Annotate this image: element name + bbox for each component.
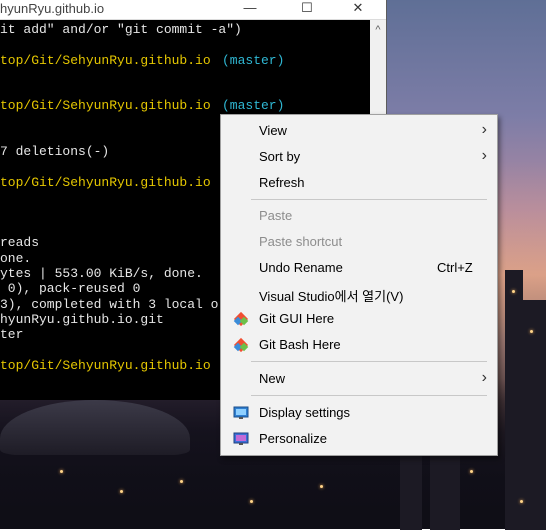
terminal-line: hyunRyu.github.io.git [0, 312, 164, 327]
menu-item-label: Paste [259, 208, 293, 223]
menu-item-label: View [259, 123, 287, 138]
title-bar[interactable]: hyunRyu.github.io — ☐ ✕ [0, 0, 386, 20]
city-light [250, 500, 253, 503]
menu-item-label: Git Bash Here [259, 337, 341, 352]
menu-item-label: Paste shortcut [259, 234, 343, 249]
terminal-prompt-path: top/Git/SehyunRyu.github.io [0, 358, 211, 373]
minimize-button[interactable]: — [230, 0, 270, 19]
menu-item-open-in-visual-studio[interactable]: Visual Studio에서 열기(V) [221, 282, 497, 306]
terminal-branch: (master) [222, 98, 285, 113]
window-title: hyunRyu.github.io [0, 1, 105, 16]
menu-item-label: Personalize [259, 431, 327, 446]
terminal-line: reads [0, 235, 40, 250]
terminal-line: 0), pack-reused 0 [0, 281, 141, 296]
city-light [180, 480, 183, 483]
git-icon [233, 311, 249, 327]
menu-item-label: Visual Studio에서 열기(V) [259, 289, 404, 304]
city-light [512, 290, 515, 293]
menu-item-undo-rename[interactable]: Undo Rename Ctrl+Z [221, 256, 497, 280]
terminal-line: one. [0, 251, 32, 266]
terminal-prompt-path: top/Git/SehyunRyu.github.io [0, 53, 219, 68]
menu-item-new[interactable]: New › [221, 367, 497, 391]
menu-item-label: Sort by [259, 149, 301, 164]
terminal-prompt-path: top/Git/SehyunRyu.github.io [0, 98, 219, 113]
menu-item-refresh[interactable]: Refresh [221, 171, 497, 195]
menu-item-label: Git GUI Here [259, 311, 335, 326]
display-icon [233, 405, 249, 421]
terminal-line: it add" and/or "git commit -a") [0, 22, 242, 37]
terminal-line: 7 deletions(-) [0, 144, 110, 159]
city-light [120, 490, 123, 493]
city-light [320, 485, 323, 488]
menu-separator [251, 199, 487, 200]
menu-item-paste[interactable]: Paste [221, 204, 497, 228]
menu-item-git-bash-here[interactable]: Git Bash Here [221, 333, 497, 357]
chevron-right-icon: › [481, 147, 487, 164]
git-icon [233, 337, 249, 353]
menu-item-display-settings[interactable]: Display settings [221, 401, 497, 425]
personalize-icon [233, 431, 249, 447]
building [505, 270, 523, 530]
menu-item-shortcut: Ctrl+Z [437, 260, 473, 275]
menu-item-sort-by[interactable]: Sort by › [221, 145, 497, 169]
terminal-line: 3), completed with 3 local o [0, 297, 219, 312]
terminal-line: ter [0, 327, 24, 342]
terminal-prompt-path: top/Git/SehyunRyu.github.io [0, 175, 211, 190]
desktop-context-menu: View › Sort by › Refresh Paste Paste sho… [220, 114, 498, 456]
city-light [470, 470, 473, 473]
menu-item-view[interactable]: View › [221, 119, 497, 143]
close-button[interactable]: ✕ [338, 0, 378, 19]
menu-item-label: Display settings [259, 405, 351, 420]
menu-separator [251, 395, 487, 396]
chevron-right-icon: › [481, 369, 487, 386]
city-light [530, 330, 533, 333]
chevron-right-icon: › [481, 121, 487, 138]
city-light [60, 470, 63, 473]
menu-item-label: Undo Rename [259, 260, 343, 275]
menu-item-personalize[interactable]: Personalize [221, 427, 497, 451]
maximize-button[interactable]: ☐ [287, 0, 327, 19]
menu-item-label: Refresh [259, 175, 305, 190]
menu-item-paste-shortcut[interactable]: Paste shortcut [221, 230, 497, 254]
city-light [520, 500, 523, 503]
menu-item-label: New [259, 371, 286, 386]
terminal-branch: (master) [222, 53, 285, 68]
menu-item-git-gui-here[interactable]: Git GUI Here [221, 307, 497, 331]
scroll-up-icon[interactable]: ^ [370, 24, 386, 36]
building [523, 300, 546, 530]
menu-separator [251, 361, 487, 362]
terminal-line: ytes | 553.00 KiB/s, done. [0, 266, 203, 281]
